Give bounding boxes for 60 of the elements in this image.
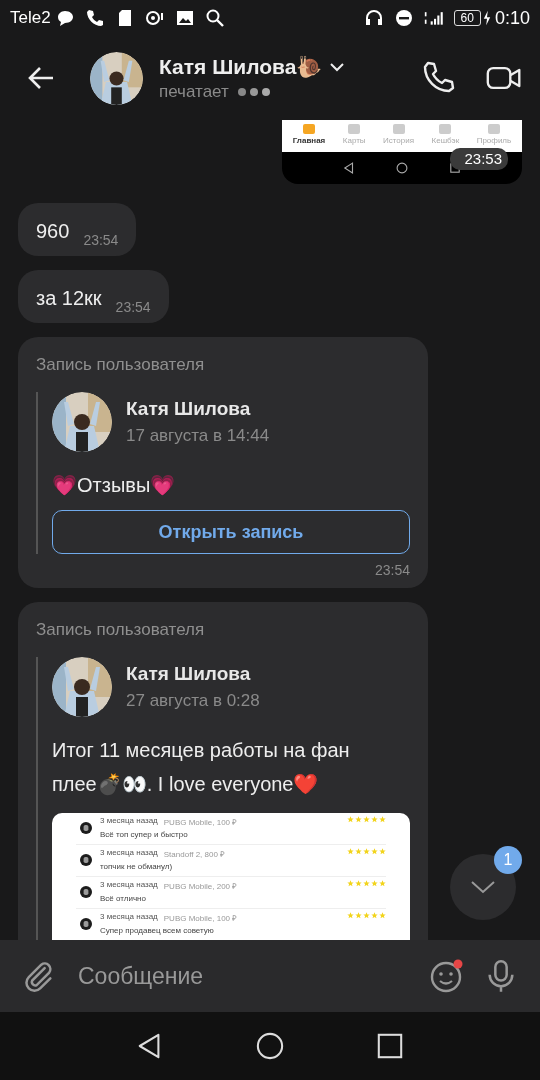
battery-indicator: 60 [453,10,481,26]
review-text: топчик не обманул) [100,862,174,871]
message-bubble[interactable]: за 12кк 23:54 [18,270,169,323]
review-product: PUBG Mobile, 200 ₽ [163,881,238,891]
image-icon [174,8,195,28]
unread-badge: 1 [494,846,522,874]
post-date: 27 августа в 0:28 [126,691,260,711]
smiley-icon[interactable] [430,959,464,993]
review-text: Всё топ супер и быстро [100,830,189,839]
contact-name: Катя Шилова🐌 [159,54,323,79]
review-text: Супер продавец всем советую [100,926,215,935]
post-label: Запись пользователя [36,620,206,640]
post-text: Итог 11 месяцев работы на фан плее💣👀. I love everyone❤ [52,738,351,798]
message-text: 960 [36,219,70,244]
message-time: 23:53 [450,148,508,170]
radar-icon [144,8,165,28]
helmet-avatar-icon [80,822,92,834]
message-time: 23:54 [115,299,151,315]
back-triangle-icon [341,161,356,175]
review-text: Всё отлично [100,894,147,903]
message-time: 23:54 [83,232,119,248]
square-icon[interactable] [376,1032,404,1060]
message-text: за 12кк [36,286,102,311]
typing-dots-icon [236,86,271,97]
helmet-avatar-icon [80,886,92,898]
review-time: 3 месяца назад [100,912,158,923]
helmet-avatar-icon [80,918,92,930]
app-tab: История [383,120,415,152]
review-product: Standoff 2, 800 ₽ [163,849,226,859]
app-tab: Главная [292,120,326,152]
search-icon [204,8,225,28]
post-author[interactable]: Катя Шилова [126,663,260,685]
charging-icon [482,9,491,27]
post-label: Запись пользователя [36,355,206,375]
review-product: PUBG Mobile, 100 ₽ [163,913,238,923]
message-time: 23:54 [374,562,410,578]
review-product: PUBG Mobile, 100 ₽ [163,817,238,827]
chevron-down-icon [470,880,496,894]
clock: 0:10 [494,7,530,29]
open-post-button[interactable]: Открыть запись [52,510,410,554]
post-card[interactable] [18,602,428,940]
message-bubble[interactable]: 960 23:54 [18,203,137,256]
home-circle-icon[interactable] [256,1032,284,1060]
review-time: 3 месяца назад [100,880,158,891]
helmet-avatar-icon [80,854,92,866]
review-time: 3 месяца назад [100,816,158,827]
phone-icon [84,8,105,28]
carrier-name: Tele2 [10,8,51,28]
do-not-disturb-icon [393,8,414,28]
chevron-down-icon[interactable] [330,61,345,72]
screenshot-attachment[interactable]: Главная Карты История Кешбэк Профиль 23:53 [282,120,522,184]
headphones-icon [363,8,384,28]
post-author[interactable]: Катя Шилова [126,398,270,420]
app-tab: Карты [342,120,366,152]
post-card[interactable]: Запись пользователя Катя Шилова 17 августа в 14:44 💗Отзывы💗 Открыть запись 23:54 [18,337,428,588]
post-text: 💗Отзывы💗 [52,473,177,498]
home-circle-icon [395,161,409,175]
post-date: 17 августа в 14:44 [126,426,270,446]
typing-status: печатает [159,81,229,102]
review-time: 3 месяца назад [100,848,158,859]
